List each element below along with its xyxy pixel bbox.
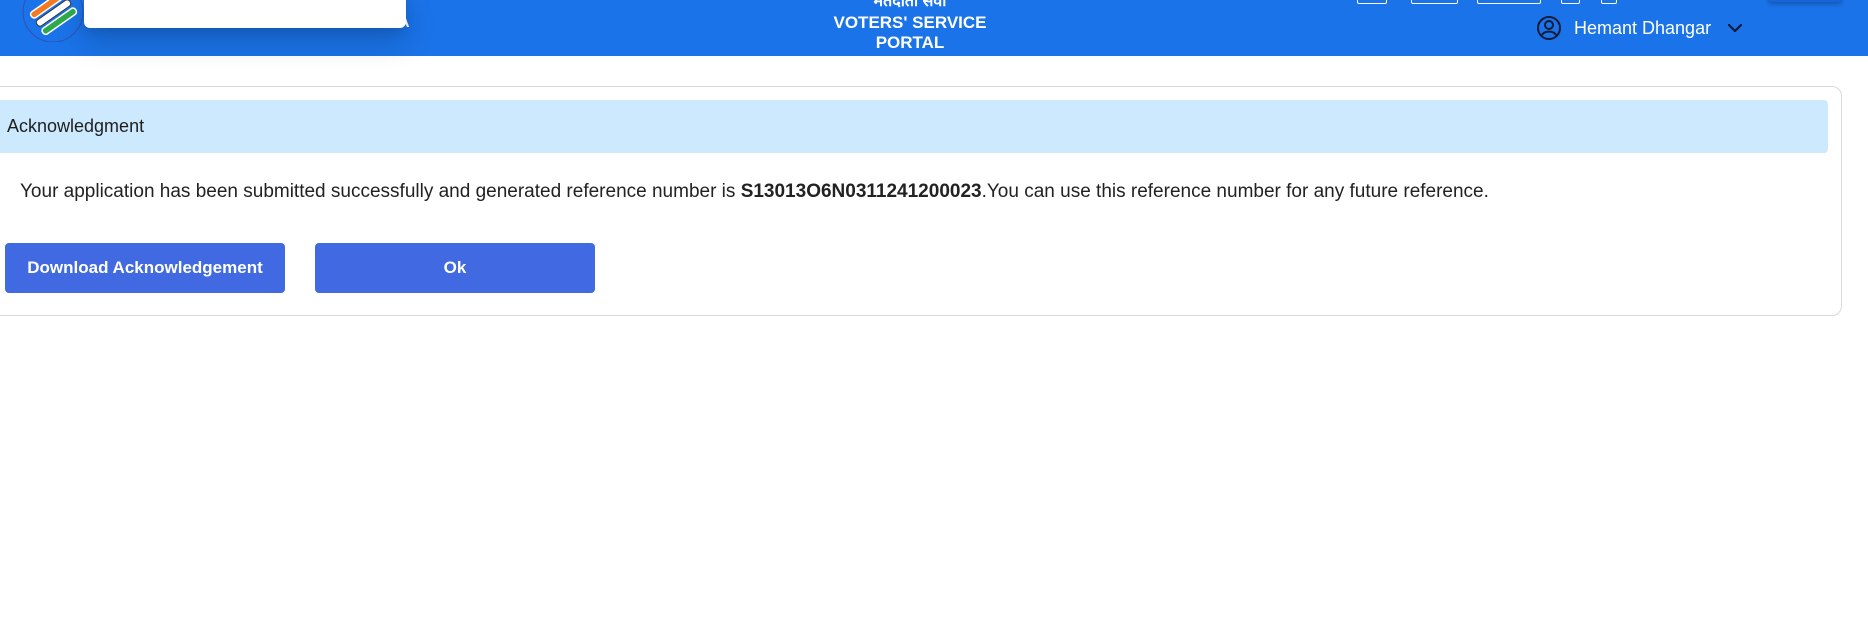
eci-logo-icon[interactable] (18, 0, 88, 42)
font-size-box[interactable] (1601, 0, 1617, 4)
font-size-box[interactable] (1561, 0, 1580, 4)
chevron-down-icon[interactable] (1725, 18, 1745, 38)
dropdown-popup (84, 0, 406, 28)
corner-button[interactable] (1768, 0, 1842, 2)
portal-title-hindi: मतदाता सेवा (873, 0, 947, 10)
language-option-box[interactable] (1357, 0, 1387, 4)
user-menu[interactable]: Hemant Dhangar (1536, 14, 1745, 42)
language-option-box[interactable] (1477, 0, 1541, 4)
message-prefix: Your application has been submitted succ… (20, 181, 741, 202)
acknowledgment-header (0, 100, 1828, 153)
user-name: Hemant Dhangar (1574, 17, 1712, 38)
portal-title: VOTERS' SERVICE PORTAL (833, 13, 987, 52)
user-circle-icon (1537, 16, 1561, 40)
acknowledgment-title: Acknowledgment (7, 116, 145, 136)
download-acknowledgement-button[interactable]: Download Acknowledgement (5, 243, 285, 293)
language-option-box[interactable] (1411, 0, 1458, 4)
acknowledgment-message: Your application has been submitted succ… (20, 181, 1489, 203)
message-suffix: .You can use this reference number for a… (981, 181, 1489, 202)
ok-button[interactable]: Ok (315, 243, 595, 293)
reference-number: S13013O6N0311241200023 (740, 181, 982, 202)
